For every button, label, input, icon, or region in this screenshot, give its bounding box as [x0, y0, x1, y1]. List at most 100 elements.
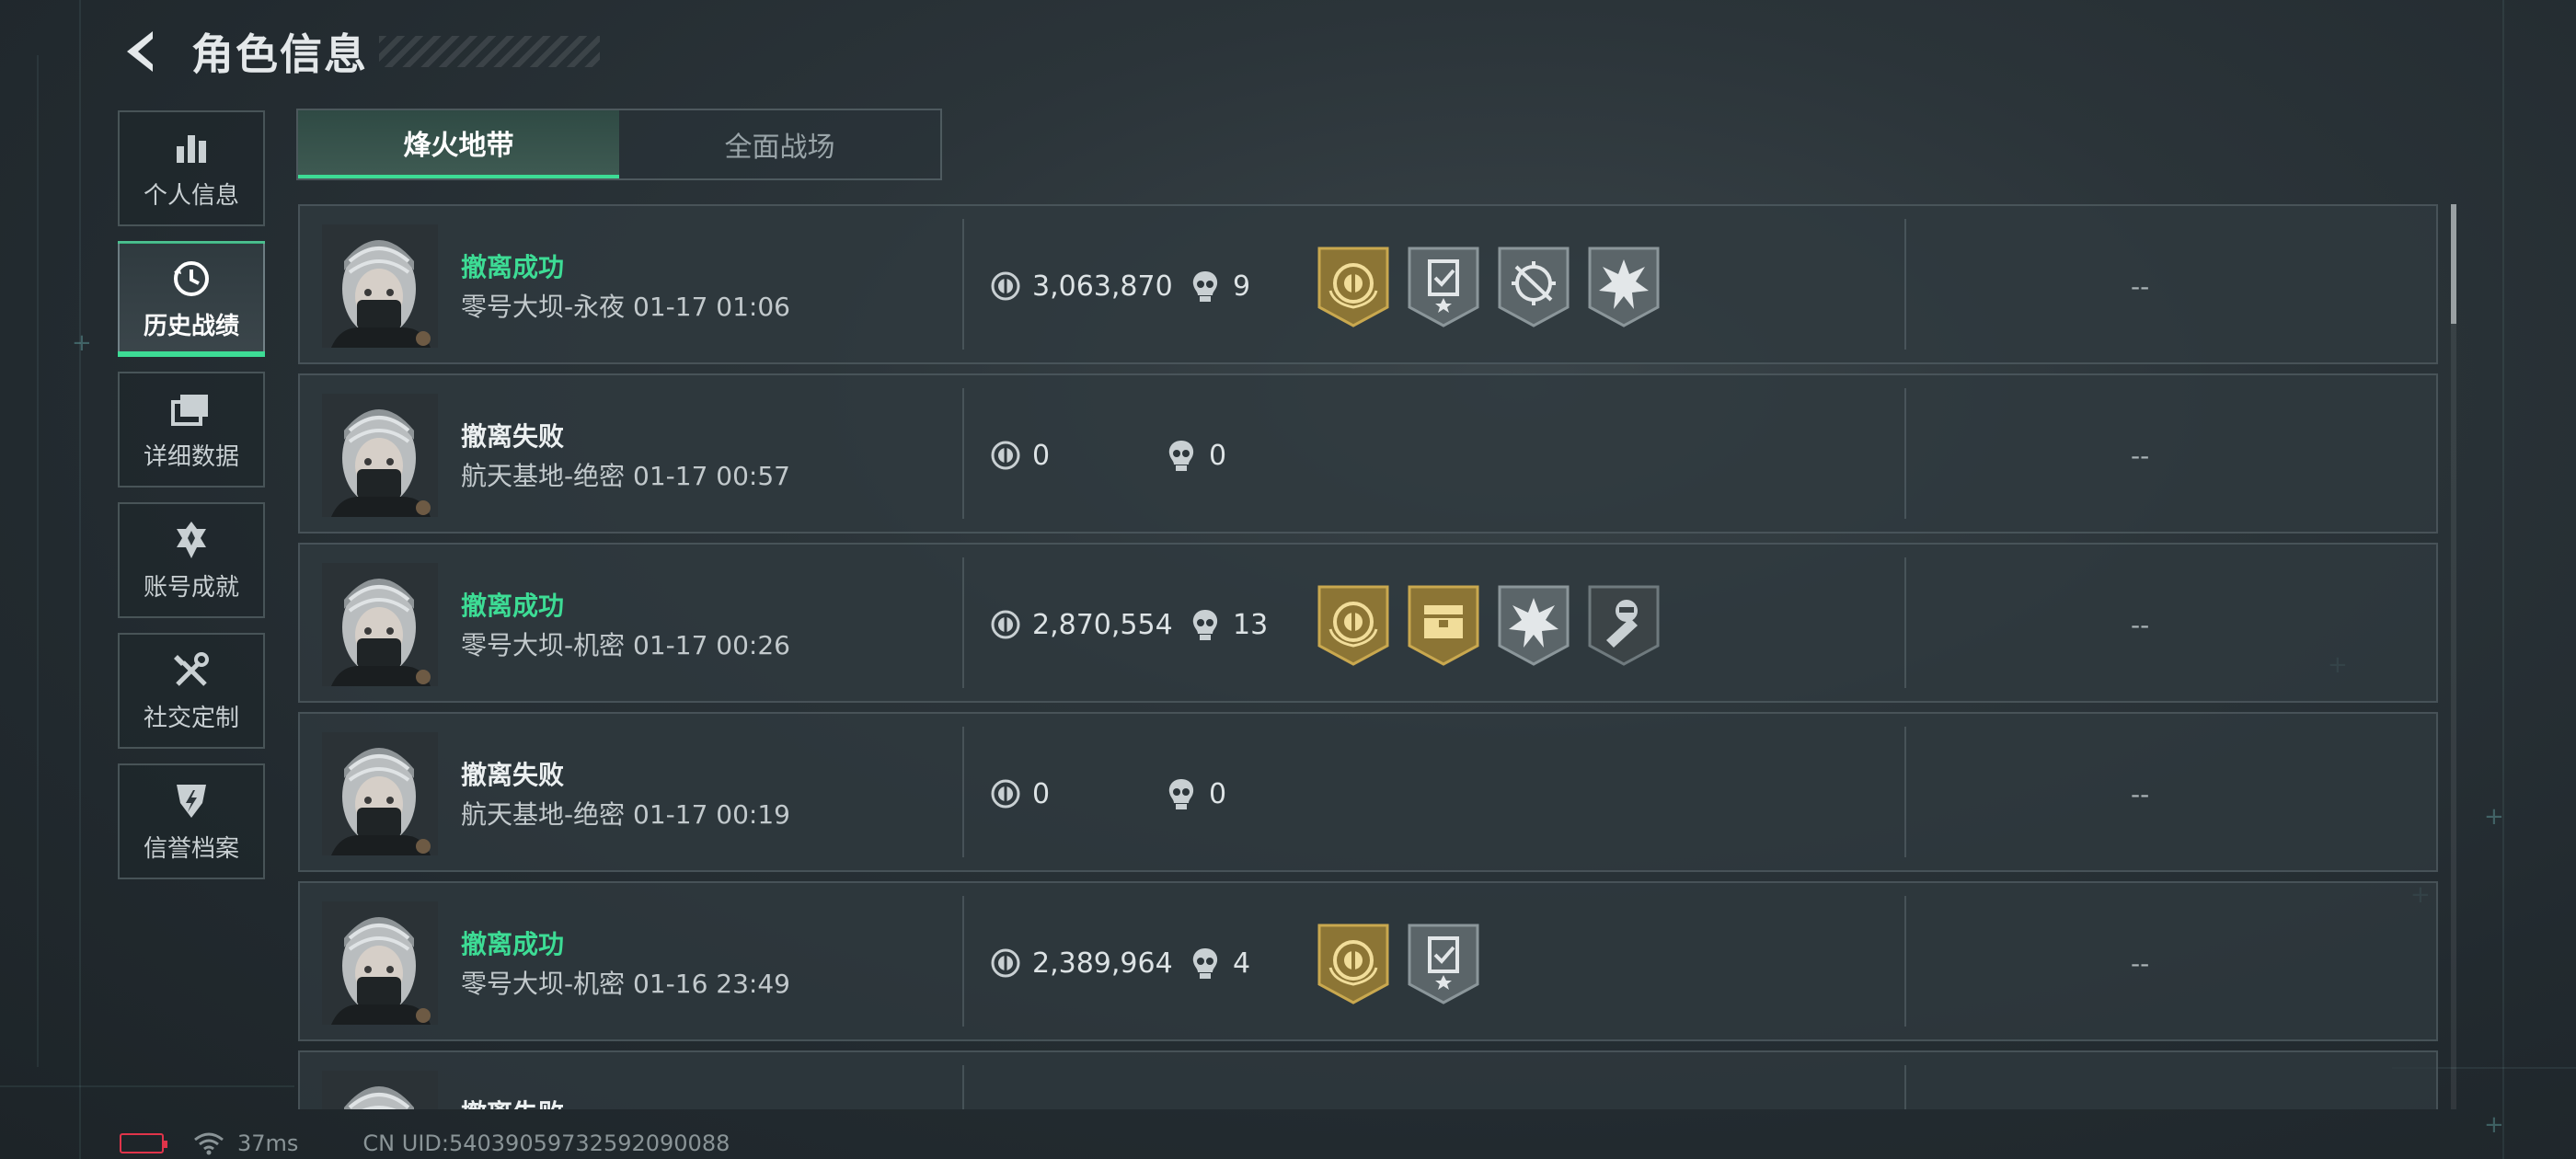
history-record-list[interactable]: 撤离成功 零号大坝-永夜 01-17 01:06 3,063,870 9 -- …: [298, 204, 2438, 1109]
scrollbar-thumb[interactable]: [2451, 204, 2456, 324]
tab-fire-zone[interactable]: 烽火地带: [298, 110, 619, 178]
sidebar-item-social[interactable]: 社交定制: [118, 633, 265, 749]
history-record-row[interactable]: 撤离失败 航天基地-绝密 01-17 00:57 0 0 --: [298, 373, 2438, 534]
medal-list: [1317, 245, 1678, 327]
sidebar-item-label: 历史战绩: [143, 312, 239, 340]
gray-burst-badge-icon[interactable]: [1588, 245, 1660, 327]
wifi-icon: [194, 1132, 224, 1155]
skull-icon: [1167, 439, 1196, 472]
back-arrow-icon: [127, 31, 153, 72]
credit-shield-icon: [170, 780, 213, 822]
dark-soldier-badge-icon[interactable]: [1588, 583, 1660, 666]
history-record-row[interactable]: 撤离成功 零号大坝-机密 01-17 00:26 2,870,554 13 --: [298, 543, 2438, 703]
extra-info: --: [2131, 609, 2150, 640]
extraction-status: 撤离成功: [461, 929, 565, 959]
kill-count: 13: [1190, 545, 1268, 705]
kill-count-text: 4: [1233, 947, 1251, 980]
sidebar: 个人信息 历史战绩 详细数据 账号成就 社交定制 信誉档案: [118, 110, 265, 894]
loot-value: 2,389,964: [990, 883, 1173, 1043]
battery-low-icon: [120, 1133, 167, 1153]
divider: [962, 727, 964, 857]
kill-count: 4: [1190, 883, 1250, 1043]
kill-count-text: 9: [1233, 270, 1251, 303]
ping-text: 37ms: [237, 1130, 299, 1156]
extra-info: --: [2131, 947, 2150, 979]
loot-value: 0: [990, 714, 1050, 874]
sidebar-item-label: 社交定制: [143, 704, 239, 732]
map-name: 零号大坝-机密: [461, 969, 626, 999]
loot-value-text: 0: [1032, 439, 1051, 472]
gold-crate-badge-icon[interactable]: [1408, 583, 1479, 666]
operator-avatar: [322, 732, 438, 855]
operator-avatar: [322, 394, 438, 517]
sidebar-item-personal-info[interactable]: 个人信息: [118, 110, 265, 226]
coin-icon: [990, 947, 1021, 979]
extraction-status: 撤离失败: [461, 1094, 564, 1109]
gray-crosshair-badge-icon[interactable]: [1498, 245, 1570, 327]
coin-icon: [990, 440, 1021, 471]
sidebar-item-achievements[interactable]: 账号成就: [118, 502, 265, 618]
sidebar-item-detailed-data[interactable]: 详细数据: [118, 372, 265, 488]
match-time: 01-17 00:26: [633, 630, 790, 660]
operator-avatar: [322, 1071, 438, 1109]
coin-icon: [990, 778, 1021, 809]
divider: [962, 1065, 964, 1109]
map-and-time: 零号大坝-机密 01-16 23:49: [461, 964, 790, 1001]
divider: [1904, 219, 1906, 350]
gold-coin-badge-icon[interactable]: [1317, 245, 1389, 327]
kill-count: 0: [1167, 375, 1226, 535]
history-record-row[interactable]: 撤离成功 零号大坝-永夜 01-17 01:06 3,063,870 9 --: [298, 204, 2438, 364]
map-and-time: 航天基地-绝密 01-17 00:57: [461, 456, 790, 493]
gray-clipboard-star-badge-icon[interactable]: [1408, 922, 1479, 1004]
sidebar-item-label: 详细数据: [143, 442, 239, 471]
operator-avatar: [322, 901, 438, 1025]
clock-history-icon: [170, 258, 213, 300]
divider: [962, 896, 964, 1027]
coin-icon: [990, 270, 1021, 302]
sidebar-item-label: 个人信息: [143, 181, 239, 210]
divider: [962, 388, 964, 519]
extraction-status: 撤离成功: [461, 591, 565, 621]
kill-count-text: 13: [1233, 608, 1269, 641]
bar-chart-icon: [170, 127, 213, 169]
map-and-time: 航天基地-绝密 01-17 00:19: [461, 795, 790, 832]
sidebar-item-credit[interactable]: 信誉档案: [118, 763, 265, 879]
medal-list: [1317, 922, 1498, 1004]
list-scrollbar[interactable]: [2451, 204, 2456, 1109]
sidebar-item-label: 账号成就: [143, 573, 239, 602]
divider: [1904, 388, 1906, 519]
sidebar-item-label: 信誉档案: [143, 834, 239, 863]
gold-coin-badge-icon[interactable]: [1317, 583, 1389, 666]
status-footer: 37ms CN UID:54039059732592090088: [120, 1130, 730, 1157]
skull-icon: [1167, 777, 1196, 810]
operator-avatar: [322, 224, 438, 348]
sidebar-item-history[interactable]: 历史战绩: [118, 241, 265, 357]
gray-burst-badge-icon[interactable]: [1498, 583, 1570, 666]
loot-value: 2,870,554: [990, 545, 1173, 705]
mode-tabs: 烽火地带 全面战场: [296, 109, 942, 180]
extra-info: --: [2131, 440, 2150, 471]
extra-info: --: [2131, 270, 2150, 302]
history-record-row[interactable]: 撤离失败: [298, 1050, 2438, 1109]
match-time: 01-17 00:57: [633, 461, 790, 491]
kill-count: 9: [1190, 206, 1250, 366]
uid-text: CN UID:54039059732592090088: [362, 1130, 730, 1156]
back-button[interactable]: [120, 22, 166, 81]
kill-count: 0: [1167, 714, 1226, 874]
history-record-row[interactable]: 撤离成功 零号大坝-机密 01-16 23:49 2,389,964 4 --: [298, 881, 2438, 1041]
divider: [1904, 557, 1906, 688]
map-and-time: 零号大坝-机密 01-17 00:26: [461, 625, 790, 662]
extraction-status: 撤离失败: [461, 421, 565, 452]
gray-clipboard-star-badge-icon[interactable]: [1408, 245, 1479, 327]
map-name: 零号大坝-机密: [461, 630, 626, 660]
divider: [962, 557, 964, 688]
divider: [962, 219, 964, 350]
page-header: 角色信息: [120, 22, 600, 81]
gold-coin-badge-icon[interactable]: [1317, 922, 1389, 1004]
skull-icon: [1190, 270, 1220, 303]
tab-full-battlefield[interactable]: 全面战场: [619, 110, 940, 178]
divider: [1904, 896, 1906, 1027]
extraction-status: 撤离成功: [461, 252, 565, 282]
history-record-row[interactable]: 撤离失败 航天基地-绝密 01-17 00:19 0 0 --: [298, 712, 2438, 872]
map-name: 航天基地-绝密: [461, 799, 626, 830]
